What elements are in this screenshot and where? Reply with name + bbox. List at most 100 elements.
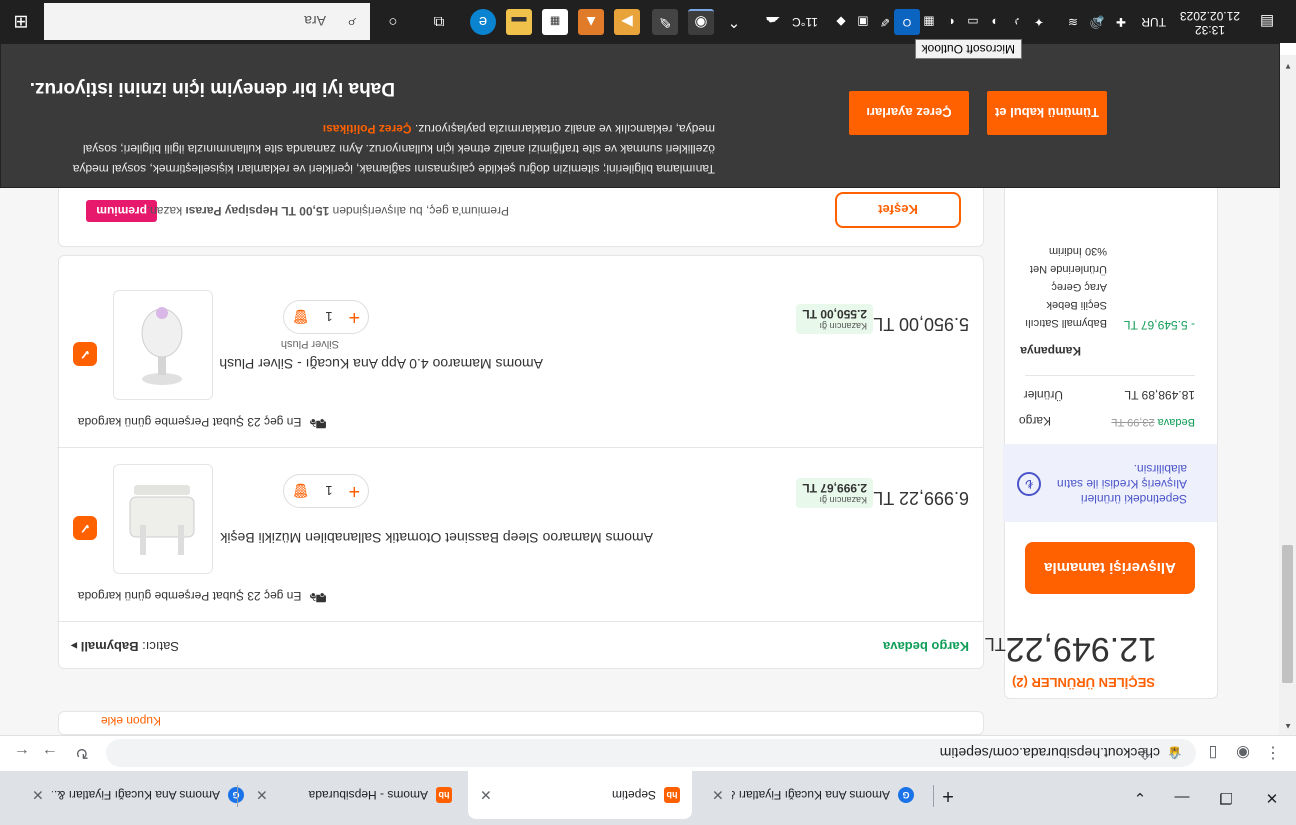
credit-icon: ₺ xyxy=(1017,472,1041,496)
quantity-value: 1 xyxy=(325,309,333,325)
wifi-icon[interactable]: ≋ xyxy=(1060,9,1086,35)
product-image-bassinet[interactable] xyxy=(113,464,213,574)
cookie-title: Daha iyi bir deneyim için iznini istiyor… xyxy=(29,78,395,99)
quantity-stepper[interactable]: + 1 🗑 xyxy=(283,300,369,334)
close-icon[interactable]: ✕ xyxy=(32,787,44,804)
paint-icon[interactable]: ✎ xyxy=(652,9,678,35)
campaign-description: Babymall Satıcılı Seçili Bebek Araç Gere… xyxy=(1025,245,1107,329)
language-indicator[interactable]: TUR xyxy=(1141,15,1166,29)
total-amount: 12.949,22TL xyxy=(984,630,1157,668)
windows-start-icon[interactable]: ⊞ xyxy=(8,9,34,35)
browser-tab[interactable]: G Amoms Ana Kucağı Fiyatları &... ✕ xyxy=(700,771,926,819)
cortana-icon[interactable]: ○ xyxy=(380,9,406,35)
cookie-consent-banner: Daha iyi bir deneyim için iznini istiyor… xyxy=(0,43,1280,188)
cookie-accept-all-button[interactable]: Tümünü kabul et xyxy=(987,91,1107,135)
product-variant: Silver Plush xyxy=(280,338,339,350)
product-price: 5.950,00 TL xyxy=(873,314,969,334)
side-panel-icon[interactable]: ▯ xyxy=(1202,742,1224,764)
truck-icon: ⛟ xyxy=(309,590,327,606)
page-scrollbar[interactable]: ▲ ▼ xyxy=(1279,55,1296,735)
seller-label: Satıcı: xyxy=(142,639,179,654)
chrome-icon[interactable]: ◉ xyxy=(688,9,714,35)
restore-button[interactable]: ❐ xyxy=(1206,783,1246,813)
minimize-button[interactable]: — xyxy=(1162,783,1202,813)
product-price: 6.999,22 TL xyxy=(873,488,969,508)
seller-group-card: Satıcı: Babymall ▸ Kargo bedava ⛟ En geç… xyxy=(57,255,984,669)
menu-icon[interactable]: ⋮ xyxy=(1262,742,1284,764)
close-icon[interactable]: ✕ xyxy=(480,787,492,804)
selected-products-label: SEÇİLEN ÜRÜNLER (2) xyxy=(1011,675,1155,690)
browser-tab[interactable]: hb Amoms - Hepsiburada ✕ xyxy=(244,771,464,819)
premium-discover-button[interactable]: Keşfet xyxy=(835,192,961,228)
tab-title: Amoms Ana Kucağı Fiyatları &... xyxy=(51,788,220,802)
google-icon: G xyxy=(228,787,244,803)
premium-text: Premium'a geç, bu alışverişinden 15,00 T… xyxy=(146,204,509,218)
tray-app-icon[interactable]: ✦ xyxy=(1026,9,1052,35)
product-image-rocker[interactable] xyxy=(113,290,213,400)
shipping-date: ⛟ En geç 23 Şubat Perşembe günü kargoda xyxy=(78,587,327,607)
taskbar-search[interactable]: ⌕ Ara xyxy=(44,3,370,40)
seller-info[interactable]: Satıcı: Babymall ▸ xyxy=(71,638,179,654)
plus-icon[interactable]: + xyxy=(348,306,360,329)
product-name[interactable]: Amoms Mamaroo 4.0 App Ana Kucağı - Silve… xyxy=(219,356,543,372)
browser-tab-strip: G Amoms Ana Kucağı Fiyatları &... ✕ hb A… xyxy=(0,771,1296,825)
summary-divider xyxy=(1025,375,1195,376)
hepsiburada-favicon: hb xyxy=(436,787,452,803)
item-checkbox[interactable]: ✓ xyxy=(73,516,97,540)
weather-temp: 11°C xyxy=(792,15,818,29)
seller-name: Babymall xyxy=(80,639,139,654)
vlc-icon[interactable]: ▲ xyxy=(578,9,604,35)
url-text: checkout.hepsiburada.com/sepetim xyxy=(939,745,1160,761)
order-summary-card: SEÇİLEN ÜRÜNLER (2) 12.949,22TL Alışveri… xyxy=(985,139,1218,699)
close-icon[interactable]: ✕ xyxy=(256,787,268,804)
reload-icon[interactable]: ↻ xyxy=(71,742,93,764)
coupon-card[interactable]: Kupon ekle xyxy=(58,711,984,735)
task-view-icon[interactable]: ⧉ xyxy=(426,9,452,35)
share-icon[interactable]: ⇪ xyxy=(1134,742,1156,764)
forward-icon[interactable]: → xyxy=(39,742,61,764)
tab-title: Sepetim xyxy=(611,788,656,802)
notification-icon[interactable]: ▤ xyxy=(1254,9,1280,35)
search-icon: ⌕ xyxy=(347,14,356,31)
scroll-down-icon[interactable]: ▼ xyxy=(1284,62,1292,71)
google-icon: G xyxy=(898,787,914,803)
shipping-value: Bedava 23,99 TL xyxy=(1111,416,1195,428)
savings-badge: Kazancın ğı 2.999,67 TL xyxy=(796,478,873,508)
tab-title: Amoms - Hepsiburada xyxy=(308,788,428,802)
close-icon[interactable]: ✕ xyxy=(712,787,724,804)
close-window-button[interactable]: ✕ xyxy=(1252,783,1292,813)
tab-title: Amoms Ana Kucağı Fiyatları &... xyxy=(731,788,890,802)
trash-icon[interactable]: 🗑 xyxy=(292,309,310,326)
plus-icon[interactable]: + xyxy=(348,480,360,503)
scroll-thumb[interactable] xyxy=(1282,545,1293,683)
item-checkbox[interactable]: ✓ xyxy=(73,342,97,366)
address-bar[interactable]: 🔒 checkout.hepsiburada.com/sepetim xyxy=(106,739,1196,767)
file-explorer-icon[interactable]: ▬ xyxy=(506,9,532,35)
quantity-stepper[interactable]: + 1 🗑 xyxy=(283,474,369,508)
scroll-up-icon[interactable]: ▲ xyxy=(1284,722,1292,731)
cookie-settings-button[interactable]: Çerez ayarları xyxy=(849,91,969,135)
volume-icon[interactable]: 🔊 xyxy=(1084,9,1110,35)
clock[interactable]: 13:32 21.02.2023 xyxy=(1180,9,1240,37)
coupon-label: Kupon ekle xyxy=(100,714,161,728)
bookmark-star-icon[interactable]: ☆ xyxy=(1164,742,1186,764)
store-icon[interactable]: ▦ xyxy=(542,9,568,35)
new-tab-button[interactable]: + xyxy=(928,781,968,811)
cookie-policy-link[interactable]: Çerez Politikası xyxy=(323,122,412,136)
chevron-right-icon: ▸ xyxy=(70,639,78,654)
tab-search-button[interactable]: ⌄ xyxy=(1120,783,1160,813)
back-icon[interactable]: ← xyxy=(11,742,33,764)
credit-text: Sepetindeki ürünleri Alışveriş Kredisi i… xyxy=(1056,462,1187,506)
edge-icon[interactable]: e xyxy=(470,9,496,35)
free-shipping-label: Kargo bedava xyxy=(883,639,969,654)
trash-icon[interactable]: 🗑 xyxy=(292,483,310,500)
profile-icon[interactable]: ◉ xyxy=(1232,742,1254,764)
checkout-button[interactable]: Alışverişi tamamla xyxy=(1025,542,1195,594)
browser-tab[interactable]: G Amoms Ana Kucağı Fiyatları &... ✕ xyxy=(20,771,256,819)
shopping-credit-box[interactable]: ₺ Sepetindeki ürünleri Alışveriş Kredisi… xyxy=(1003,444,1217,522)
browser-tab-active[interactable]: hb Sepetim ✕ xyxy=(468,771,692,819)
media-icon[interactable]: ▶ xyxy=(614,9,640,35)
product-name[interactable]: Amoms Mamaroo Sleep Bassinet Otomatik Sa… xyxy=(220,530,653,546)
teams-icon[interactable]: ✚ xyxy=(1108,9,1134,35)
chevron-up-icon[interactable]: ⌃ xyxy=(726,9,742,35)
